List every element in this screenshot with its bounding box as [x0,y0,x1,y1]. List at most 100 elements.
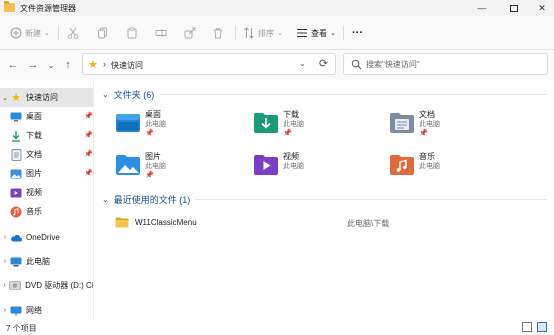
tile-location: 此电脑 [145,121,166,128]
view-button[interactable]: 查看 ⌄ [296,24,336,42]
search-box[interactable] [343,53,548,75]
address-bar[interactable]: ★ › 快速访问 ⌄ ⟳ [82,53,336,75]
share-icon [184,27,196,39]
arrow-up-icon: ↑ [65,59,71,71]
maximize-icon [510,4,518,12]
toolbar-divider [58,26,59,40]
folder-tile-desktop[interactable]: 桌面 此电脑 📌 [115,108,245,142]
forward-button[interactable]: → [26,59,40,71]
pin-icon: 📌 [84,113,93,120]
clipboard-icon [127,27,137,39]
folder-tile-music[interactable]: 音乐 此电脑 [389,150,519,184]
navigation-pane: ⌄ ★ 快速访问 桌面 📌 下载 📌 文档 📌 图片 📌 视频 音乐 › One… [0,80,94,320]
search-icon [351,59,362,70]
sidebar-item-videos[interactable]: 视频 [10,183,93,202]
list-item[interactable]: W11ClassicMenu 此电脑\下载 [115,215,545,231]
download-folder-icon [254,113,278,133]
folder-tile-videos[interactable]: 视频 此电脑 [253,150,383,184]
view-switcher [522,322,547,332]
file-explorer-icon [4,1,15,12]
sidebar-item-network[interactable]: › 网络 [0,301,93,320]
recent-section-header[interactable]: ⌄ 最近使用的文件 (1) [102,193,190,206]
arrow-right-icon: → [27,59,39,71]
chevron-down-icon: ⌄ [44,30,50,37]
sidebar-item-label: OneDrive [26,233,60,242]
chevron-down-icon[interactable]: ⌄ [299,59,306,68]
folder-tile-downloads[interactable]: 下载 此电脑 📌 [253,108,383,142]
star-icon: ★ [11,92,21,104]
folder-tile-documents[interactable]: 文档 此电脑 📌 [389,108,519,142]
sort-icon [244,27,254,39]
minimize-button[interactable]: — [469,0,495,16]
scissors-icon [67,27,79,39]
tile-location: 此电脑 [283,163,304,170]
toolbar-divider [343,26,344,40]
sidebar-item-quick-access[interactable]: ⌄ ★ 快速访问 [0,88,93,107]
chevron-right-icon[interactable]: › [0,282,9,289]
maximize-button[interactable] [501,0,527,16]
sidebar-item-music[interactable]: 音乐 [10,202,93,221]
cloud-icon [10,232,22,244]
paste-button[interactable] [126,24,138,42]
sidebar-item-this-pc[interactable]: › 此电脑 [0,252,93,271]
sidebar-item-desktop[interactable]: 桌面 📌 [10,107,93,126]
sidebar-item-downloads[interactable]: 下载 📌 [10,126,93,145]
new-button[interactable]: 新建 ⌄ [10,24,50,42]
breadcrumb[interactable]: 快速访问 [111,60,143,71]
item-count: 7 个项目 [6,324,37,333]
copy-button[interactable] [97,24,109,42]
section-divider [159,94,547,95]
content-pane: ⌄ 文件夹 (6) 桌面 此电脑 📌 下载 此电脑 📌 文档 此电脑 📌 图片 … [95,80,554,320]
desktop-folder-icon [116,114,140,132]
title-bar: 文件资源管理器 — ✕ [0,0,554,16]
toolbar-divider [235,26,236,40]
chevron-right-icon[interactable]: › [0,258,10,265]
chevron-right-icon[interactable]: › [0,307,10,314]
sort-button[interactable]: 排序 ⌄ [243,24,283,42]
more-button[interactable]: ··· [352,24,363,42]
star-icon: ★ [88,59,98,71]
close-button[interactable]: ✕ [529,0,554,16]
recent-locations-button[interactable]: ⌄ [44,61,58,70]
documents-icon [10,148,22,161]
cut-button[interactable] [67,24,79,42]
details-view-icon[interactable] [522,322,532,332]
rename-button[interactable] [155,24,167,42]
music-icon [10,206,22,218]
chevron-down-icon[interactable]: ⌄ [0,94,10,102]
sort-label: 排序 [258,28,274,38]
sidebar-item-label: 图片 [26,169,42,178]
documents-folder-icon [390,113,414,133]
sidebar-item-documents[interactable]: 文档 📌 [10,145,93,164]
sidebar-item-label: 视频 [26,188,42,197]
pin-icon: 📌 [84,132,93,139]
sidebar-item-pictures[interactable]: 图片 📌 [10,164,93,183]
status-bar: 7 个项目 [0,320,554,335]
file-name: W11ClassicMenu [135,218,197,227]
tiles-view-icon[interactable] [537,322,547,332]
command-bar: 新建 ⌄ 排序 ⌄ 查看 ⌄ ··· [0,16,554,50]
pictures-folder-icon [116,155,140,175]
new-label: 新建 [25,28,41,38]
sidebar-item-onedrive[interactable]: › OneDrive [0,228,93,247]
pin-icon: 📌 [84,170,93,177]
tile-location: 此电脑 [145,163,166,170]
folders-section-header[interactable]: ⌄ 文件夹 (6) [102,88,154,101]
plus-circle-icon [10,27,22,39]
up-button[interactable]: ↑ [61,59,75,71]
share-button[interactable] [184,24,196,42]
chevron-right-icon[interactable]: › [0,234,10,241]
sidebar-item-dvd-drive[interactable]: › DVD 驱动器 (D:) CI [0,276,93,295]
folder-tile-pictures[interactable]: 图片 此电脑 📌 [115,150,245,184]
back-button[interactable]: ← [6,59,20,71]
sidebar-item-label: 此电脑 [26,257,50,266]
delete-button[interactable] [212,24,224,42]
refresh-icon[interactable]: ⟳ [319,57,328,70]
section-divider [195,199,547,200]
folder-icon [115,217,129,228]
search-input[interactable] [366,57,541,72]
rename-icon [155,29,167,37]
download-icon [10,130,22,142]
section-title: 最近使用的文件 (1) [113,195,191,205]
view-label: 查看 [311,28,327,38]
